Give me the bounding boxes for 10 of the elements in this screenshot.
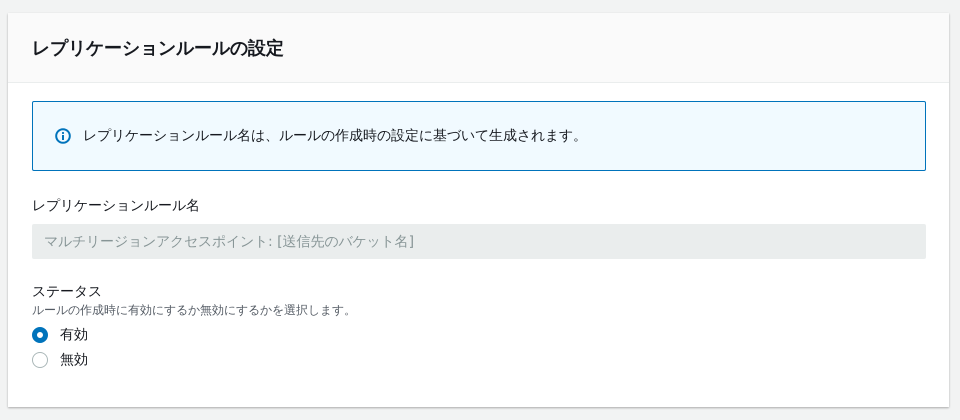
- info-icon: [55, 128, 71, 144]
- radio-button[interactable]: [32, 352, 48, 368]
- radio-button[interactable]: [32, 327, 48, 343]
- field-label: ステータス: [32, 283, 103, 301]
- alert-text: レプリケーションルール名は、ルールの作成時の設定に基づいて生成されます。: [83, 127, 587, 145]
- field-description: ルールの作成時に有効にするか無効にするかを選択します。: [32, 302, 357, 319]
- radio-label: 有効: [60, 326, 88, 344]
- radio-label: 無効: [60, 351, 88, 369]
- panel-title: レプリケーションルールの設定: [32, 36, 284, 60]
- field-label: レプリケーションルール名: [32, 197, 201, 215]
